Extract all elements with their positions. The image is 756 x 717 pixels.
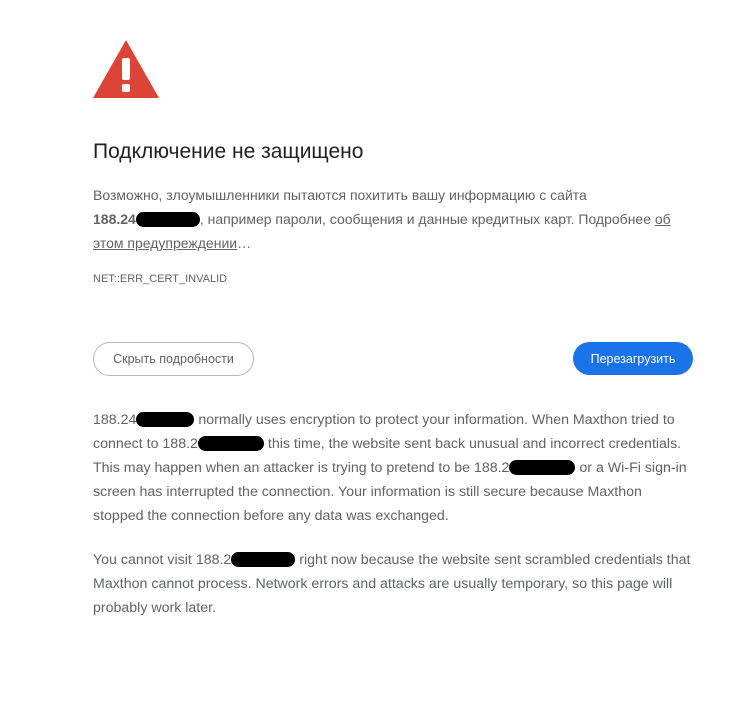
middle-text: , например пароли, сообщения и данные кр… bbox=[199, 211, 651, 227]
intro-text: Возможно, злоумышленники пытаются похити… bbox=[93, 187, 587, 203]
details-paragraph-1: 188.24 normally uses encryption to prote… bbox=[93, 408, 693, 528]
reload-button[interactable]: Перезагрузить bbox=[573, 342, 693, 375]
site-host: 188.24 bbox=[93, 211, 136, 227]
details-section: 188.24 normally uses encryption to prote… bbox=[93, 408, 693, 640]
ellipsis: … bbox=[237, 235, 252, 251]
page-title: Подключение не защищено bbox=[93, 140, 364, 163]
warning-triangle-icon bbox=[93, 40, 159, 98]
redacted-host bbox=[197, 436, 264, 451]
redacted-host bbox=[136, 412, 195, 427]
redacted-host bbox=[231, 552, 296, 567]
redacted-host bbox=[509, 460, 576, 475]
hide-details-button[interactable]: Скрыть подробности bbox=[93, 342, 254, 376]
error-code: NET::ERR_CERT_INVALID bbox=[93, 273, 228, 285]
host-text: 188.2 bbox=[473, 460, 510, 476]
host-text: 188.2 bbox=[162, 436, 198, 452]
host-text: 188.24 bbox=[93, 412, 137, 428]
main-message: Возможно, злоумышленники пытаются похити… bbox=[93, 183, 693, 255]
redacted-host bbox=[135, 212, 200, 227]
details-paragraph-2: You cannot visit 188.2 right now because… bbox=[93, 548, 693, 620]
host-text: 188.2 bbox=[195, 552, 232, 568]
details-text: You cannot visit bbox=[93, 552, 192, 568]
